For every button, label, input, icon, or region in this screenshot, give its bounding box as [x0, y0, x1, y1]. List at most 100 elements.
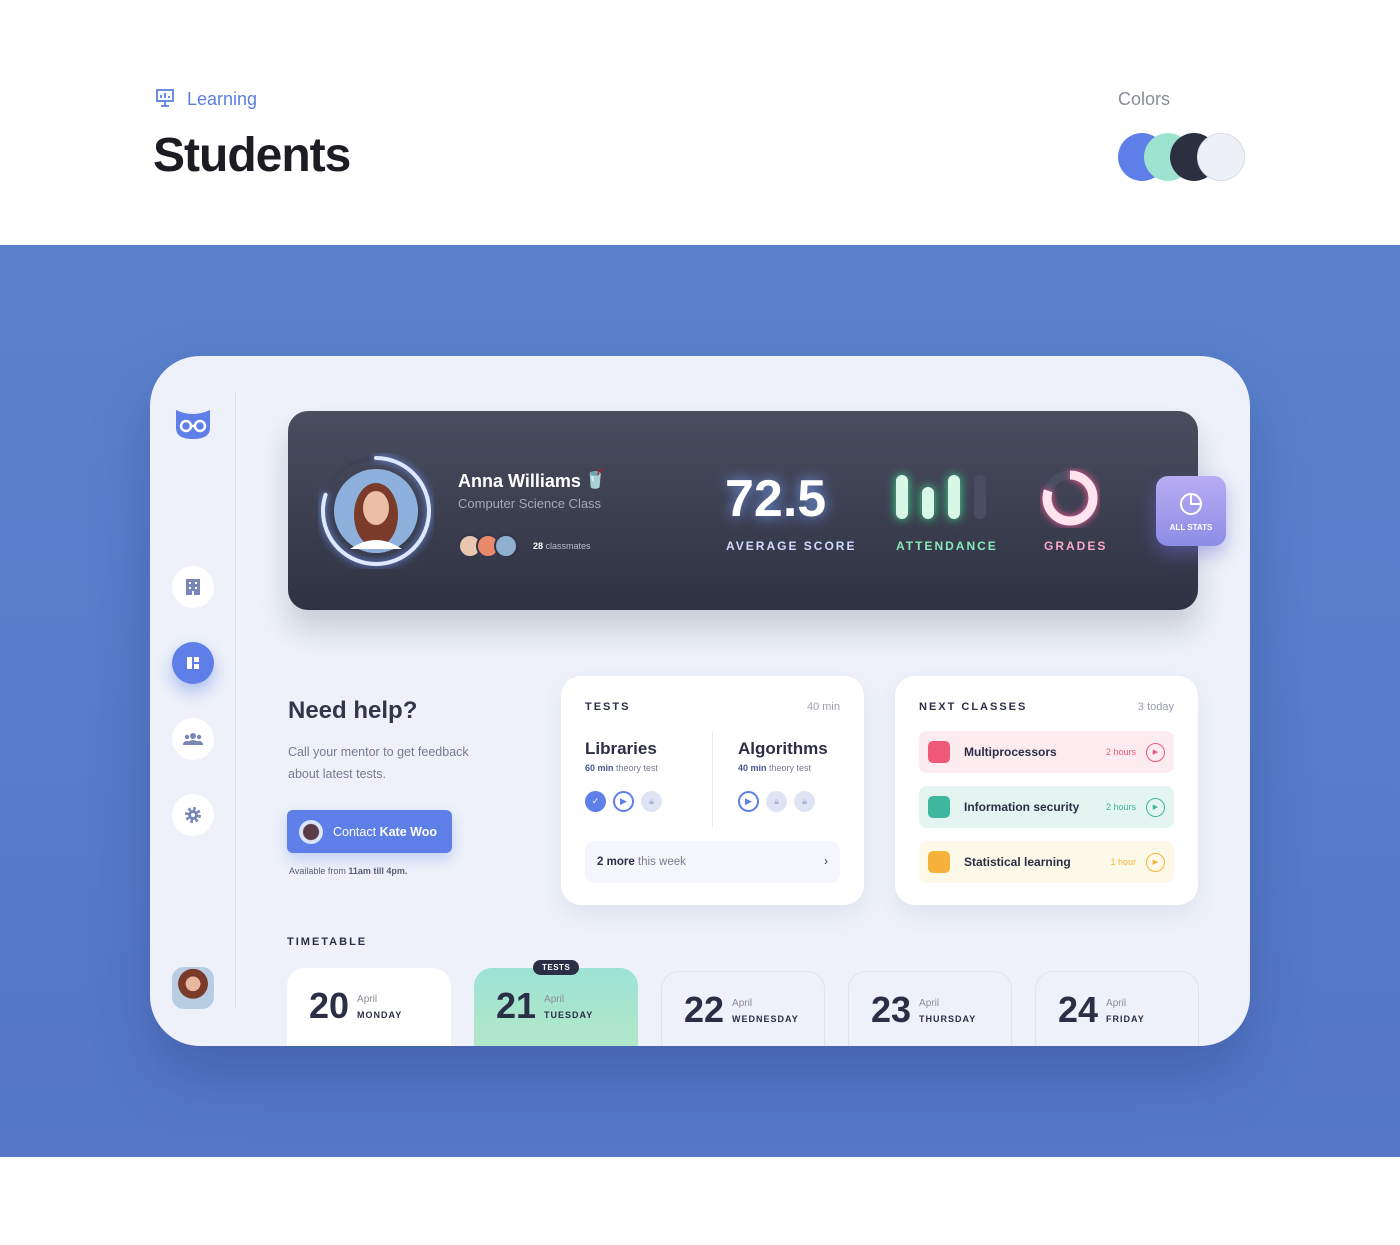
class-item[interactable]: Multiprocessors 2 hours ▶: [919, 731, 1174, 773]
section-breadcrumb[interactable]: Learning: [187, 89, 257, 110]
average-score-value: 72.5: [725, 470, 827, 528]
timetable-day[interactable]: 21 April TUESDAY: [474, 968, 638, 1046]
attendance-bar: [948, 475, 960, 519]
tests-divider: [712, 732, 713, 827]
sidebar-item-dashboard[interactable]: [172, 642, 214, 684]
logo-owl-icon: [176, 410, 210, 439]
more-count: 2 more: [597, 856, 635, 868]
class-name: Statistical learning: [964, 855, 1071, 869]
colors-label: Colors: [1118, 89, 1171, 109]
profile-progress-ring: [321, 456, 431, 566]
student-name: Anna Williams: [458, 471, 581, 491]
day-weekday: MONDAY: [357, 1010, 403, 1020]
day-number: 20: [309, 985, 350, 1026]
class-icon: [928, 741, 950, 763]
next-classes-title: NEXT CLASSES: [919, 701, 1028, 713]
users-icon: [183, 733, 203, 745]
classmates-avatars[interactable]: [458, 534, 518, 558]
chevron-right-icon: ›: [824, 856, 828, 868]
test-name: Libraries: [585, 739, 657, 758]
day-month: April: [732, 998, 753, 1009]
day-month: April: [357, 994, 378, 1005]
all-stats-button[interactable]: ALL STATS: [1156, 476, 1226, 546]
class-icon: [928, 796, 950, 818]
gear-icon: [185, 807, 201, 823]
sidebar-item-settings[interactable]: [172, 794, 214, 836]
pie-chart-icon: [1180, 492, 1202, 515]
play-icon[interactable]: ▶: [1146, 852, 1165, 872]
sidebar-divider: [235, 392, 236, 1008]
attendance-chart: [896, 475, 986, 519]
classmates-label: classmates: [545, 541, 591, 551]
more-tests-link[interactable]: 2 more this week ›: [585, 841, 840, 883]
page-title: Students: [153, 129, 351, 182]
mentor-name: Kate Woo: [379, 824, 437, 839]
play-icon[interactable]: ▶: [1146, 797, 1165, 817]
class-time: 2 hours: [1105, 802, 1136, 812]
contact-mentor-button[interactable]: Contact Kate Woo: [287, 810, 452, 853]
attendance-bar: [974, 475, 986, 519]
help-title: Need help?: [288, 697, 418, 724]
dashboard-icon: [187, 657, 199, 669]
average-score-label: AVERAGE SCORE: [726, 539, 857, 553]
dashboard-card: Anna Williams 🥤 Computer Science Class 2…: [150, 356, 1250, 1046]
day-number: 22: [684, 989, 725, 1030]
attendance-bar: [922, 487, 934, 519]
day-month: April: [544, 994, 565, 1005]
class-time: 2 hours: [1105, 747, 1136, 757]
sidebar-item-school[interactable]: [172, 566, 214, 608]
day-number: 24: [1058, 989, 1099, 1030]
play-icon[interactable]: ▶: [1146, 742, 1165, 762]
test-item[interactable]: Libraries 60 min theory test ✓ ▶ 🔒︎: [585, 739, 669, 812]
class-item[interactable]: Statistical learning 1 hour ▶: [919, 841, 1174, 883]
help-text: Call your mentor to get feedback about l…: [288, 745, 469, 781]
day-number: 23: [871, 989, 912, 1030]
day-month: April: [1106, 998, 1127, 1009]
lock-icon: 🔒︎: [794, 791, 815, 812]
test-item[interactable]: Algorithms 40 min theory test ▶ 🔒︎ 🔒︎: [738, 739, 828, 812]
class-time: 1 hour: [1110, 857, 1136, 867]
sidebar-item-students[interactable]: [172, 718, 214, 760]
contact-prefix: Contact: [333, 824, 377, 839]
tests-panel: TESTS 40 min Libraries 60 min theory test…: [561, 676, 864, 905]
classmates-count: 28: [533, 541, 544, 551]
test-duration: 40 min: [738, 763, 767, 773]
timetable-day[interactable]: 22 April WEDNESDAY: [661, 971, 825, 1046]
day-weekday: WEDNESDAY: [732, 1014, 799, 1024]
check-icon[interactable]: ✓: [585, 791, 606, 812]
mentor-avatar: [299, 819, 323, 844]
day-month: April: [919, 998, 940, 1009]
attendance-label: ATTENDANCE: [896, 539, 998, 553]
timetable-day[interactable]: 24 April FRIDAY: [1035, 971, 1199, 1046]
class-icon: [928, 851, 950, 873]
student-class: Computer Science Class: [458, 496, 602, 511]
day-weekday: THURSDAY: [919, 1014, 977, 1024]
next-classes-count: 3 today: [1137, 701, 1174, 713]
tests-duration: 40 min: [806, 701, 840, 713]
day-weekday: TUESDAY: [544, 1010, 594, 1020]
lunch-icon: 🥤: [584, 469, 607, 489]
tests-badge: TESTS: [533, 960, 580, 975]
grades-donut: [1042, 470, 1098, 526]
play-icon[interactable]: ▶: [738, 791, 759, 812]
test-duration: 60 min: [585, 763, 614, 773]
class-item[interactable]: Information security 2 hours ▶: [919, 786, 1174, 828]
profile-banner: Anna Williams 🥤 Computer Science Class 2…: [288, 411, 1198, 610]
color-swatch-light: [1197, 133, 1245, 181]
day-weekday: FRIDAY: [1106, 1014, 1145, 1024]
attendance-bar: [896, 475, 908, 519]
more-label: this week: [637, 856, 686, 868]
lock-icon: 🔒︎: [641, 791, 662, 812]
test-type: theory test: [616, 763, 659, 773]
day-number: 21: [496, 985, 537, 1026]
class-name: Information security: [964, 800, 1080, 814]
tests-title: TESTS: [585, 701, 631, 713]
timetable-day[interactable]: 20 April MONDAY: [287, 968, 451, 1046]
timetable-day[interactable]: 23 April THURSDAY: [848, 971, 1012, 1046]
availability-time: 11am till 4pm.: [348, 866, 408, 876]
next-classes-panel: NEXT CLASSES 3 today Multiprocessors 2 ho…: [895, 676, 1198, 905]
building-icon: [186, 579, 200, 595]
user-avatar[interactable]: [172, 967, 214, 1009]
play-icon[interactable]: ▶: [613, 791, 634, 812]
lock-icon: 🔒︎: [766, 791, 787, 812]
